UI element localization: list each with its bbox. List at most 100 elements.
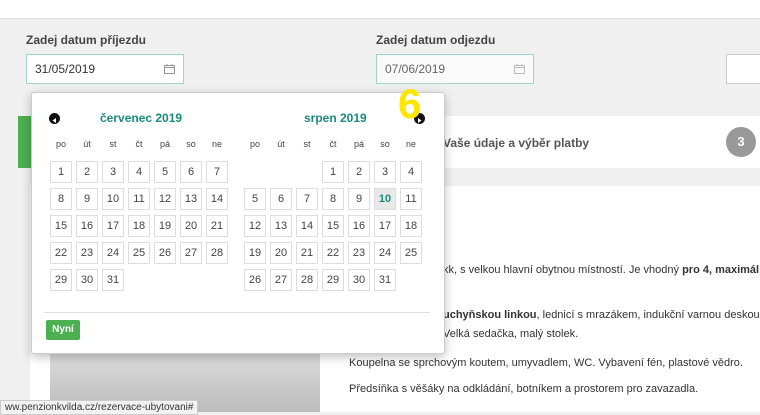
- arrival-date-input[interactable]: 31/05/2019: [26, 54, 184, 84]
- left-month-day[interactable]: 22: [50, 242, 72, 264]
- right-month-day[interactable]: 20: [270, 242, 292, 264]
- right-month-title: srpen 2019: [304, 111, 367, 125]
- right-month-day[interactable]: 11: [400, 188, 422, 210]
- arrival-date-value: 31/05/2019: [35, 62, 96, 76]
- right-month-day[interactable]: 23: [348, 242, 370, 264]
- left-month-day[interactable]: 6: [180, 161, 202, 183]
- description-text: , lednicí s mrazákem, indukční varnou de…: [536, 309, 760, 321]
- right-month-day[interactable]: 26: [244, 269, 266, 291]
- description-line-2: uchyňskou linkou, lednicí s mrazákem, in…: [443, 309, 760, 321]
- left-month-day[interactable]: 21: [206, 215, 228, 237]
- left-month-day[interactable]: 28: [206, 242, 228, 264]
- description-bold: uchyňskou linkou: [443, 309, 537, 321]
- right-month-day[interactable]: 16: [348, 215, 370, 237]
- arrival-label: Zadej datum příjezdu: [26, 33, 147, 47]
- weekday-header: pá: [353, 139, 364, 149]
- top-bar: [0, 0, 760, 19]
- right-month-day[interactable]: 17: [374, 215, 396, 237]
- departure-label: Zadej datum odjezdu: [376, 33, 496, 47]
- right-month-day[interactable]: 4: [400, 161, 422, 183]
- right-month-day[interactable]: 3: [374, 161, 396, 183]
- right-month-day[interactable]: 29: [322, 269, 344, 291]
- right-month-day[interactable]: 8: [322, 188, 344, 210]
- departure-date-value: 07/06/2019: [385, 62, 446, 76]
- step-3-badge: 3: [726, 127, 756, 157]
- left-month-day[interactable]: 27: [180, 242, 202, 264]
- right-month-day[interactable]: 25: [400, 242, 422, 264]
- left-month-day[interactable]: 26: [154, 242, 176, 264]
- left-month-day[interactable]: 10: [102, 188, 124, 210]
- right-month-day[interactable]: 6: [270, 188, 292, 210]
- right-month-day[interactable]: 19: [244, 242, 266, 264]
- right-month-day[interactable]: 2: [348, 161, 370, 183]
- weekday-header: po: [249, 139, 260, 149]
- weekday-header: út: [277, 139, 285, 149]
- weekday-header: ne: [405, 139, 416, 149]
- right-month-day[interactable]: 28: [296, 269, 318, 291]
- left-month-day[interactable]: 18: [128, 215, 150, 237]
- right-month-day[interactable]: 13: [270, 215, 292, 237]
- right-month-day[interactable]: 10: [374, 188, 396, 210]
- weekday-header: út: [83, 139, 91, 149]
- left-month-day[interactable]: 25: [128, 242, 150, 264]
- left-month-day[interactable]: 12: [154, 188, 176, 210]
- right-month-day[interactable]: 21: [296, 242, 318, 264]
- weekday-header: pá: [159, 139, 170, 149]
- left-month-day[interactable]: 16: [76, 215, 98, 237]
- right-month-day[interactable]: 18: [400, 215, 422, 237]
- weekday-header: čt: [329, 139, 337, 149]
- left-month-day[interactable]: 2: [76, 161, 98, 183]
- left-month-day[interactable]: 30: [76, 269, 98, 291]
- left-month-day[interactable]: 29: [50, 269, 72, 291]
- right-month-day[interactable]: 15: [322, 215, 344, 237]
- left-month-day[interactable]: 23: [76, 242, 98, 264]
- date-picker: červenec 2019 srpen 2019 po út st čt pá so ne 1…: [31, 92, 445, 354]
- left-month-day[interactable]: 19: [154, 215, 176, 237]
- right-month-day[interactable]: 27: [270, 269, 292, 291]
- description-line-4: Koupelna se sprchovým koutem, umyvadlem,…: [349, 357, 743, 369]
- right-month-day[interactable]: 31: [374, 269, 396, 291]
- calendar-icon: [164, 64, 175, 74]
- description-line-1: kk, s velkou hlavní obytnou místností. J…: [443, 264, 759, 276]
- weekday-header: po: [55, 139, 66, 149]
- left-month-title: červenec 2019: [100, 111, 183, 125]
- right-month-day[interactable]: 9: [348, 188, 370, 210]
- right-month-day[interactable]: 30: [348, 269, 370, 291]
- active-step-marker: [18, 116, 32, 168]
- right-month-day[interactable]: 22: [322, 242, 344, 264]
- left-month-day[interactable]: 5: [154, 161, 176, 183]
- right-month-day[interactable]: 1: [322, 161, 344, 183]
- right-month-day[interactable]: 14: [296, 215, 318, 237]
- chevron-left-icon: [52, 118, 56, 123]
- divider: [44, 312, 430, 313]
- right-month-day[interactable]: 5: [244, 188, 266, 210]
- left-month-day[interactable]: 31: [102, 269, 124, 291]
- left-month-day[interactable]: 3: [102, 161, 124, 183]
- left-month-day[interactable]: 8: [50, 188, 72, 210]
- prev-month-button[interactable]: [49, 113, 60, 124]
- weekday-header: st: [303, 139, 311, 149]
- left-month-day[interactable]: 11: [128, 188, 150, 210]
- calendar-icon: [514, 64, 525, 74]
- left-month-day[interactable]: 13: [180, 188, 202, 210]
- left-month-day[interactable]: 7: [206, 161, 228, 183]
- left-month-day[interactable]: 20: [180, 215, 202, 237]
- right-month-day[interactable]: 24: [374, 242, 396, 264]
- left-month-day[interactable]: 9: [76, 188, 98, 210]
- left-month-day[interactable]: 17: [102, 215, 124, 237]
- left-month-day[interactable]: 1: [50, 161, 72, 183]
- guests-input[interactable]: [726, 54, 760, 84]
- status-bar-url: ww.penzionkvilda.cz/rezervace-ubytovani#: [0, 400, 199, 415]
- annotation-mark: 6: [398, 80, 422, 127]
- right-month-day[interactable]: 7: [296, 188, 318, 210]
- right-month-day[interactable]: 12: [244, 215, 266, 237]
- left-month-day[interactable]: 15: [50, 215, 72, 237]
- step-3-label: Vaše údaje a výběr platby: [443, 136, 590, 150]
- weekday-header: so: [186, 139, 196, 149]
- left-month-day[interactable]: 14: [206, 188, 228, 210]
- weekday-header: ne: [211, 139, 222, 149]
- left-month-day[interactable]: 4: [128, 161, 150, 183]
- description-line-3: Velká sedačka, malý stolek.: [443, 328, 579, 340]
- left-month-day[interactable]: 24: [102, 242, 124, 264]
- now-button[interactable]: Nyní: [46, 320, 80, 340]
